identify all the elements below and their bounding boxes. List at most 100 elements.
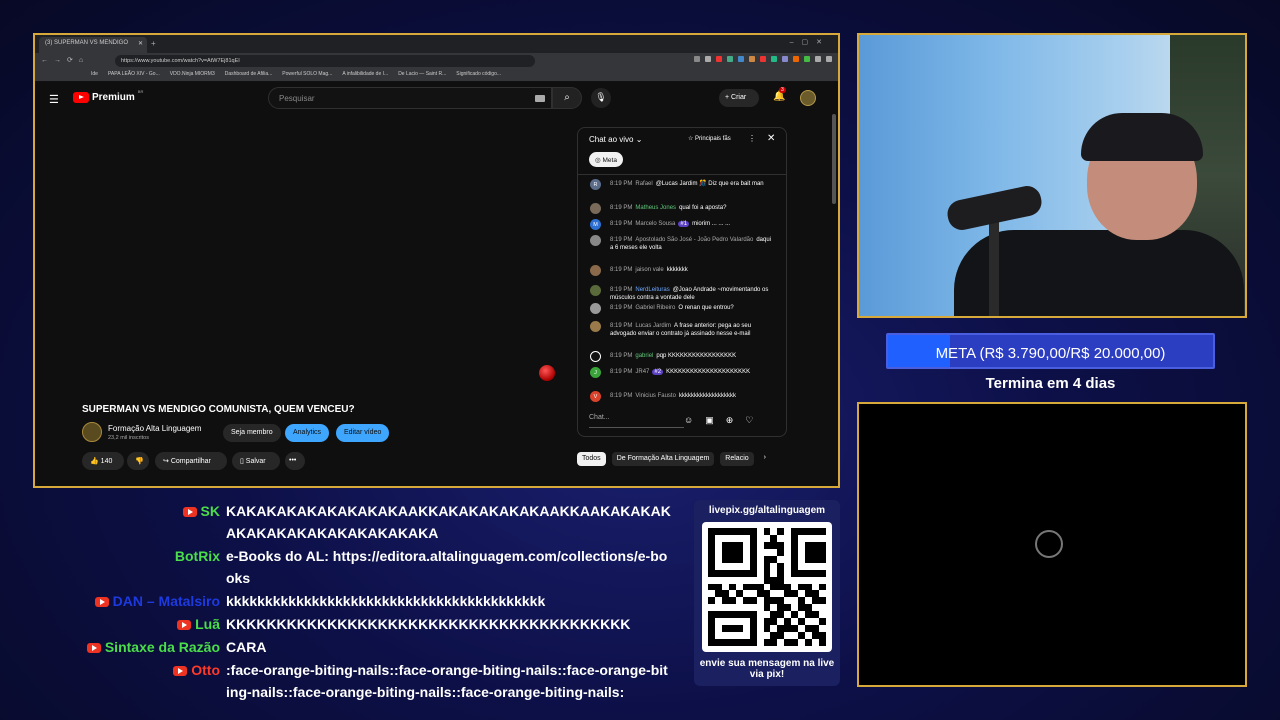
page-scrollbar[interactable]	[832, 114, 836, 204]
chat-avatar[interactable]	[590, 265, 601, 276]
bookmark[interactable]: Dashboard de Afilia...	[225, 71, 273, 81]
like-button[interactable]: 👍 140	[82, 452, 124, 470]
chat-author[interactable]: JR47	[635, 369, 649, 375]
chat-author[interactable]: gabriel	[635, 353, 653, 359]
logo-region: BR	[137, 89, 144, 94]
keyboard-icon[interactable]	[535, 95, 545, 102]
chat-text: @Lucas Jardim 🎊 Diz que era bait man	[655, 181, 764, 187]
browser-tab[interactable]: (3) SUPERMAN VS MENDIGO ✕	[39, 37, 147, 53]
overlay-chat-name: SK	[182, 500, 220, 522]
chevron-right-icon[interactable]: ›	[760, 452, 770, 466]
menu-icon[interactable]: ☰	[49, 93, 59, 106]
chat-author[interactable]: Matheus Jones	[635, 205, 676, 211]
youtube-logo[interactable]: Premium BR	[73, 89, 144, 103]
chat-author[interactable]: Apostolado São José - João Pedro Valardã…	[635, 237, 753, 243]
edit-video-button[interactable]: Editar vídeo	[336, 424, 390, 442]
chip-all[interactable]: Todos	[577, 452, 606, 466]
overlay-chat-name: DAN – Matalsiro	[94, 590, 220, 612]
avatar[interactable]	[800, 90, 816, 106]
chat-avatar[interactable]: M	[590, 219, 601, 230]
sticker-icon[interactable]: ▣	[705, 415, 714, 426]
overlay-chat-name: Sintaxe da Razão	[86, 636, 220, 658]
search-button[interactable]: ⌕	[552, 87, 582, 109]
share-icon: ↪	[163, 458, 171, 465]
chat-avatar[interactable]	[590, 285, 601, 296]
channel-name[interactable]: Formação Alta Linguagem	[108, 424, 201, 433]
bookmark[interactable]: Powerful SOLO Mag...	[282, 71, 332, 81]
bookmark[interactable]: De Lacio — Saint R...	[398, 71, 446, 81]
chat-avatar[interactable]	[590, 321, 601, 332]
join-button[interactable]: Seja membro	[223, 424, 281, 442]
chat-options-icon[interactable]: ⋮	[748, 134, 756, 143]
overlay-chat-name: Luã	[177, 613, 220, 635]
qr-code	[702, 522, 832, 652]
emoji-icon[interactable]: ☺	[684, 415, 693, 426]
related-chips: Todos De Formação Alta Linguagem Relacio…	[577, 452, 770, 466]
channel-avatar[interactable]	[82, 422, 102, 442]
chat-close-icon[interactable]: ✕	[767, 133, 775, 144]
new-tab-icon[interactable]: +	[151, 39, 156, 48]
notifications-button[interactable]: 🔔 3	[773, 87, 786, 102]
mic-arm	[989, 215, 999, 316]
more-button[interactable]: •••	[285, 452, 305, 470]
meta-chip[interactable]: ◎ Meta	[589, 152, 623, 167]
chat-author[interactable]: Marcelo Sousa	[635, 221, 675, 227]
share-button[interactable]: ↪ Compartilhar	[155, 452, 227, 470]
save-button[interactable]: ▯ Salvar	[232, 452, 280, 470]
overlay-chat-author: Sintaxe da Razão	[104, 639, 220, 655]
bookmark[interactable]: VDO.Ninja MIORM3	[170, 71, 215, 81]
chat-input[interactable]: Chat...	[589, 410, 684, 428]
analytics-button[interactable]: Analytics	[285, 424, 330, 442]
bookmark[interactable]: Significado código...	[456, 71, 501, 81]
chat-author[interactable]: Gabriel Ribeiro	[635, 305, 675, 311]
overlay-chat-author: Otto	[191, 662, 220, 678]
close-tab-icon[interactable]: ✕	[138, 40, 143, 47]
create-button[interactable]: + Criar	[719, 89, 759, 107]
stream-chat-overlay: SK KAKAKAKAKAKAKAKAKAAKKAKAKAKAKAKAAKKAAK…	[0, 500, 680, 710]
chat-avatar[interactable]: V	[590, 391, 601, 402]
extension-icons[interactable]	[694, 56, 832, 62]
chat-author[interactable]: Lucas Jardim	[635, 323, 671, 329]
overlay-chat-author: Luã	[195, 616, 220, 632]
chat-author[interactable]: Rafael	[635, 181, 652, 187]
mic-button[interactable]: 🎙	[591, 88, 611, 108]
heart-icon[interactable]: ♡	[745, 415, 753, 426]
chat-avatar[interactable]	[590, 203, 601, 214]
overlay-chat-row: DAN – Matalsiro kkkkkkkkkkkkkkkkkkkkkkkkk…	[0, 590, 680, 612]
logo-text: Premium	[92, 92, 135, 103]
chat-author[interactable]: NerdLeituras	[635, 287, 669, 293]
chip-channel[interactable]: De Formação Alta Linguagem	[611, 452, 715, 466]
loading-spinner-icon	[1035, 530, 1063, 558]
bookmark[interactable]: Ide	[91, 71, 98, 81]
nav-buttons[interactable]: ←→⟳⌂	[41, 56, 89, 64]
dislike-button[interactable]: 👎	[127, 452, 149, 470]
chat-avatar[interactable]: R	[590, 179, 601, 190]
chat-text: KKKKKKKKKKKKKKKKKKKKK	[666, 369, 751, 375]
bookmarks-bar: Ide PAPA LEÃO XIV - Go... VDO.Ninja MIOR…	[35, 69, 838, 82]
window-controls[interactable]: –▢✕	[790, 38, 830, 46]
url-field[interactable]: https://www.youtube.com/watch?v=AtW7Ej81…	[115, 55, 535, 67]
chat-time: 8:19 PM	[610, 221, 633, 227]
live-chat-panel: Chat ao vivo ⌄ ☆ Principais fãs ⋮ ✕ ◎ Me…	[577, 127, 787, 437]
youtube-icon	[182, 507, 197, 518]
chat-author[interactable]: jaison vale	[635, 267, 663, 273]
chat-avatar[interactable]	[590, 303, 601, 314]
overlay-chat-text: :face-orange-biting-nails::face-orange-b…	[226, 662, 668, 700]
chat-author[interactable]: Vinicius Fausto	[635, 393, 676, 399]
chip-related[interactable]: Relacio	[720, 452, 754, 466]
chat-text: miorim ... ... ...	[692, 221, 731, 227]
chat-avatar[interactable]	[590, 235, 601, 246]
chat-text: @Joao Andrade ~movimentando os músculos …	[610, 287, 769, 301]
chat-avatar[interactable]: J	[590, 367, 601, 378]
bookmark[interactable]: PAPA LEÃO XIV - Go...	[108, 71, 160, 81]
donation-goal-bar: META (R$ 3.790,00/R$ 20.000,00)	[886, 333, 1215, 369]
bookmark[interactable]: A infalibilidade de I...	[342, 71, 388, 81]
save-label: Salvar	[245, 458, 266, 465]
top-fans-button[interactable]: ☆ Principais fãs	[688, 135, 731, 142]
super-chat-icon[interactable]: ⊕	[726, 415, 734, 426]
chat-avatar[interactable]	[590, 351, 601, 362]
overlay-chat-text: KKKKKKKKKKKKKKKKKKKKKKKKKKKKKKKKKKKKKKKK	[226, 616, 631, 632]
goal-subtitle: Termina em 4 dias	[985, 375, 1116, 392]
overlay-chat-text: e-Books do AL: https://editora.altalingu…	[226, 548, 668, 586]
search-input[interactable]: Pesquisar	[268, 87, 552, 109]
